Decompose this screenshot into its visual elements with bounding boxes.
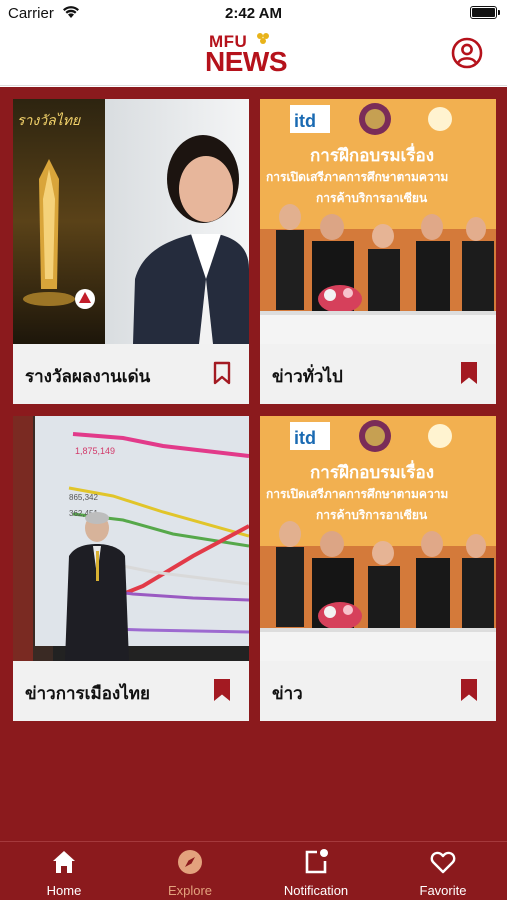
- app-logo: MFU NEWS: [205, 30, 305, 80]
- svg-text:itd: itd: [294, 111, 316, 131]
- battery-icon: [470, 6, 500, 19]
- bookmark-filled-icon[interactable]: [460, 361, 478, 385]
- svg-text:รางวัลไทย: รางวัลไทย: [17, 112, 81, 129]
- card-title: ข่าว: [272, 684, 303, 703]
- card-footer: ข่าวการเมืองไทย: [13, 661, 249, 721]
- tab-label: Explore: [167, 883, 213, 898]
- tab-home[interactable]: Home: [14, 842, 114, 900]
- tab-notification[interactable]: Notification: [266, 842, 366, 900]
- card-footer: ข่าวทั่วไป: [260, 344, 496, 404]
- svg-text:การค้าบริการอาเซียน: การค้าบริการอาเซียน: [316, 191, 428, 205]
- card-image: 1,875,149 865,342 362,451: [13, 416, 249, 661]
- tab-label: Home: [46, 883, 82, 898]
- notification-icon: [305, 849, 328, 874]
- svg-text:การเปิดเสรีภาคการศึกษาตามความ: การเปิดเสรีภาคการศึกษาตามความ: [266, 170, 448, 184]
- tab-favorite[interactable]: Favorite: [393, 842, 493, 900]
- card-title: ข่าวทั่วไป: [272, 367, 343, 386]
- logo-main-text: NEWS: [205, 46, 288, 77]
- svg-text:865,342: 865,342: [69, 493, 98, 502]
- compass-icon: [178, 850, 202, 874]
- status-time: 2:42 AM: [225, 5, 282, 22]
- svg-text:การค้าบริการอาเซียน: การค้าบริการอาเซียน: [316, 508, 428, 522]
- card-image: itd การฝึกอบรมเรื่อง การเปิดเสรีภาคการศึ…: [260, 416, 496, 661]
- card-footer: ข่าว: [260, 661, 496, 721]
- bookmark-filled-icon[interactable]: [213, 678, 231, 702]
- nav-header: MFU NEWS: [0, 28, 507, 86]
- svg-text:การฝึกอบรมเรื่อง: การฝึกอบรมเรื่อง: [310, 460, 434, 483]
- home-icon: [53, 851, 75, 873]
- category-grid: รางวัลไทย รางวัลผลงานเด่น itd การฝึกอบรม…: [0, 87, 507, 841]
- tab-label: Favorite: [419, 883, 467, 898]
- card-image: itd การฝึกอบรมเรื่อง การเปิดเสรีภาคการศึ…: [260, 99, 496, 344]
- tab-label: Notification: [283, 883, 349, 898]
- card-footer: รางวัลผลงานเด่น: [13, 344, 249, 404]
- profile-button[interactable]: [451, 37, 483, 69]
- card-title: รางวัลผลงานเด่น: [25, 367, 151, 386]
- card-title: ข่าวการเมืองไทย: [25, 684, 150, 703]
- category-card[interactable]: itd การฝึกอบรมเรื่อง การเปิดเสรีภาคการศึ…: [260, 416, 496, 721]
- flower-icon: [257, 33, 269, 44]
- category-card[interactable]: รางวัลไทย รางวัลผลงานเด่น: [13, 99, 249, 404]
- svg-text:การฝึกอบรมเรื่อง: การฝึกอบรมเรื่อง: [310, 143, 434, 166]
- svg-text:itd: itd: [294, 428, 316, 448]
- bookmark-outline-icon[interactable]: [213, 361, 231, 385]
- category-card[interactable]: 1,875,149 865,342 362,451 ข่าวการเมืองไท…: [13, 416, 249, 721]
- tab-explore[interactable]: Explore: [140, 842, 240, 900]
- svg-text:การเปิดเสรีภาคการศึกษาตามความ: การเปิดเสรีภาคการศึกษาตามความ: [266, 487, 448, 501]
- status-bar: Carrier 2:42 AM: [0, 0, 507, 28]
- heart-icon: [430, 851, 456, 874]
- svg-text:1,875,149: 1,875,149: [75, 446, 115, 456]
- category-card[interactable]: itd การฝึกอบรมเรื่อง การเปิดเสรีภาคการศึ…: [260, 99, 496, 404]
- tab-bar: Home Explore Notification Favorite: [0, 841, 507, 900]
- bookmark-filled-icon[interactable]: [460, 678, 478, 702]
- card-image: รางวัลไทย: [13, 99, 249, 344]
